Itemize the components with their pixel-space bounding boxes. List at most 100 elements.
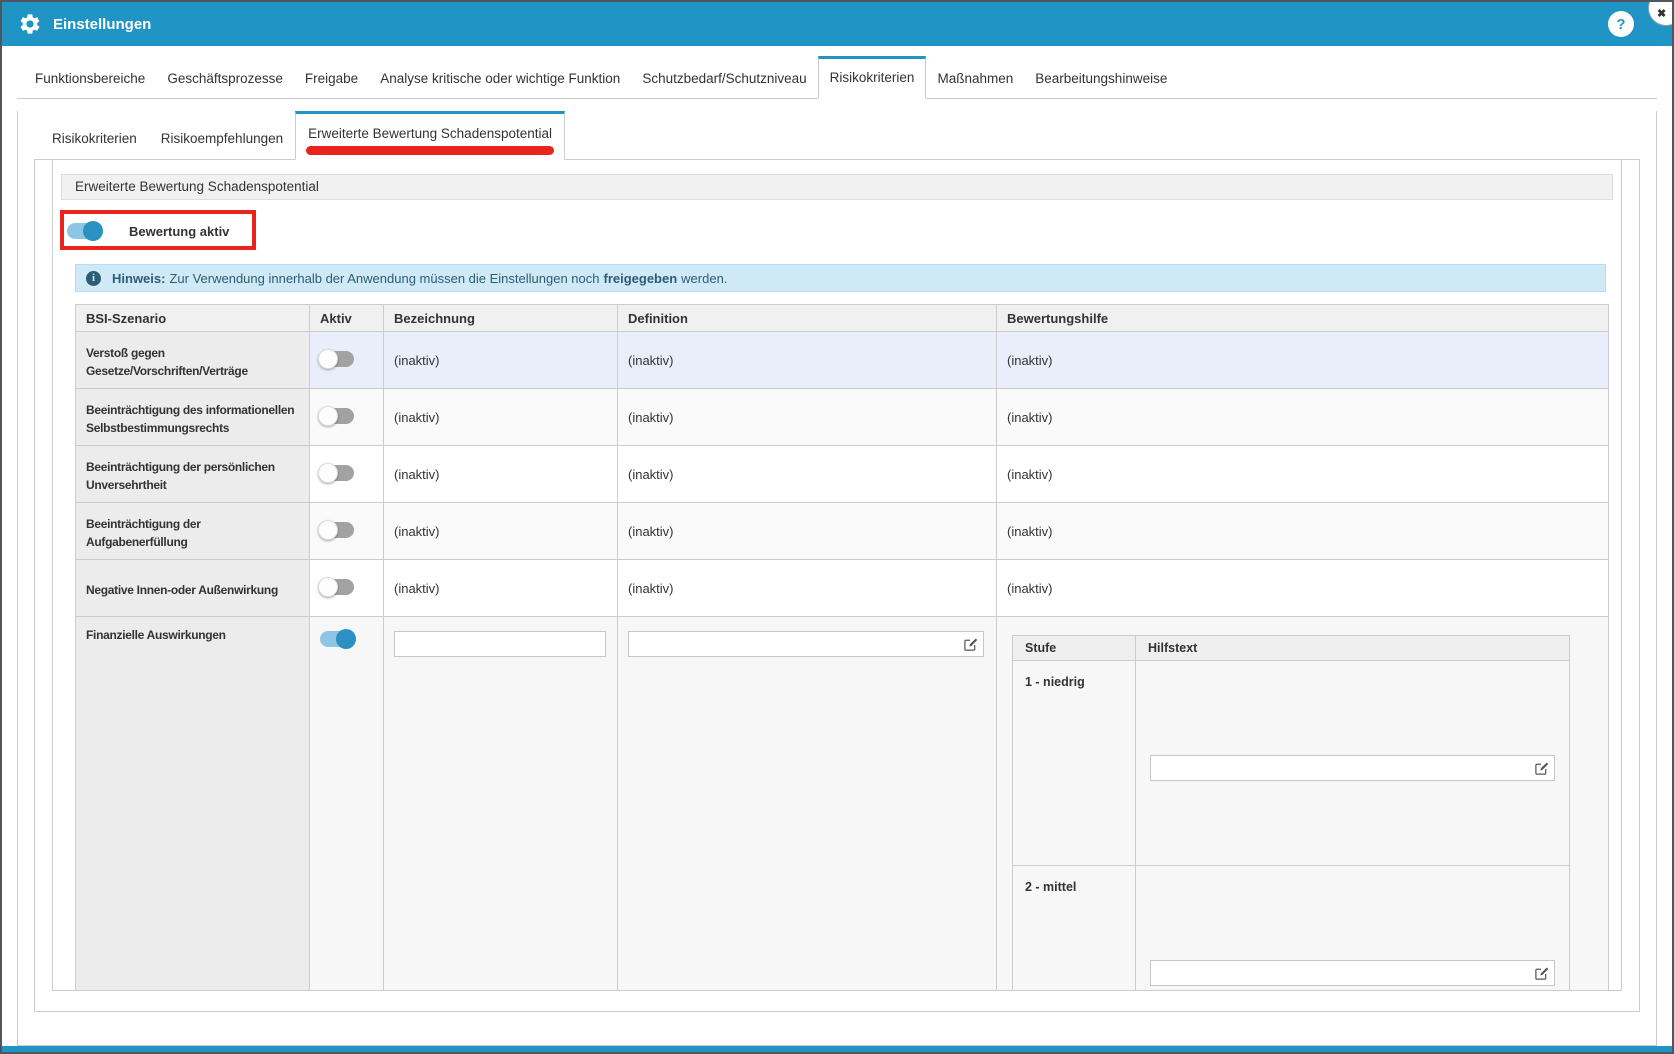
scenario-toggle-off[interactable]	[320, 579, 354, 595]
scenario-aktiv-cell	[310, 617, 384, 992]
bewertungshilfe-value: (inaktiv)	[997, 389, 1609, 446]
definition-value: (inaktiv)	[618, 332, 997, 389]
scenario-name: Beeinträchtigung der persönlichen Unvers…	[76, 446, 310, 503]
level-hilfstext-cell	[1136, 866, 1570, 992]
info-icon: i	[86, 271, 101, 286]
scenario-name: Finanzielle Auswirkungen	[76, 617, 310, 992]
bezeichnung-value: (inaktiv)	[384, 560, 618, 617]
bsi-szenario-table: BSI-Szenario Aktiv Bezeichnung Definitio…	[75, 304, 1609, 991]
table-row: Beeinträchtigung des informationellen Se…	[76, 389, 1609, 446]
tab-risikokriterien[interactable]: Risikokriterien	[818, 56, 927, 99]
scenario-toggle-on[interactable]	[320, 631, 354, 647]
scenario-aktiv-cell	[310, 560, 384, 617]
toggle-knob	[318, 349, 338, 369]
toggle-knob	[318, 463, 338, 483]
scenario-toggle-off[interactable]	[320, 522, 354, 538]
table-row-finanzielle-auswirkungen: Finanzielle Auswirkungen	[76, 617, 1609, 992]
col-header-stufe: Stufe	[1013, 636, 1136, 661]
scenario-toggle-off[interactable]	[320, 351, 354, 367]
table-row: Beeinträchtigung der Aufgabenerfüllung (…	[76, 503, 1609, 560]
sub-tab-content-panel: Erweiterte Bewertung Schadenspotential B…	[34, 160, 1640, 1012]
scenario-name: Beeinträchtigung der Aufgabenerfüllung	[76, 503, 310, 560]
scenario-toggle-off[interactable]	[320, 465, 354, 481]
tab-bearbeitungshinweise[interactable]: Bearbeitungshinweise	[1024, 58, 1178, 99]
level-row: 2 - mittel	[1013, 866, 1570, 992]
bewertungshilfe-value: (inaktiv)	[997, 446, 1609, 503]
bewertung-aktiv-label: Bewertung aktiv	[129, 224, 229, 239]
level-hilfstext-cell	[1136, 661, 1570, 866]
settings-window: Einstellungen ? ✖ Funktionsbereiche Gesc…	[0, 0, 1674, 1054]
tab-massnahmen[interactable]: Maßnahmen	[926, 58, 1024, 99]
toggle-knob	[83, 221, 103, 241]
tab-schutzbedarf[interactable]: Schutzbedarf/Schutzniveau	[631, 58, 817, 99]
bewertungshilfe-value: (inaktiv)	[997, 503, 1609, 560]
subtab-erweiterte-bewertung[interactable]: Erweiterte Bewertung Schadenspotential	[295, 111, 565, 160]
bewertungshilfe-value: (inaktiv)	[997, 560, 1609, 617]
window-bottom-accent	[2, 1046, 1672, 1052]
definition-input[interactable]	[628, 631, 984, 657]
subtab-risikokriterien[interactable]: Risikokriterien	[40, 117, 149, 160]
annotation-red-underline	[306, 146, 554, 155]
erweiterte-bewertung-content: Erweiterte Bewertung Schadenspotential B…	[52, 160, 1622, 991]
toggle-knob	[336, 629, 356, 649]
subtab-risikoempfehlungen[interactable]: Risikoempfehlungen	[149, 117, 295, 160]
table-header-row: Stufe Hilfstext	[1013, 636, 1570, 661]
notice-bold-word: freigegeben	[603, 271, 677, 286]
bewertungshilfe-cell: Stufe Hilfstext 1 - niedrig	[997, 617, 1609, 992]
scenario-toggle-off[interactable]	[320, 408, 354, 424]
bezeichnung-value: (inaktiv)	[384, 503, 618, 560]
hilfstext-input[interactable]	[1150, 960, 1555, 986]
col-header-bewertungshilfe: Bewertungshilfe	[997, 305, 1609, 332]
close-icon[interactable]: ✖	[1648, 0, 1674, 26]
stufe-hilfstext-table: Stufe Hilfstext 1 - niedrig	[1012, 635, 1570, 991]
edit-icon[interactable]	[963, 637, 978, 652]
notice-text: Zur Verwendung innerhalb der Anwendung m…	[169, 271, 599, 286]
tab-funktionsbereiche[interactable]: Funktionsbereiche	[24, 58, 156, 99]
level-row: 1 - niedrig	[1013, 661, 1570, 866]
app-header-bar: Einstellungen ? ✖	[2, 2, 1672, 46]
toggle-knob	[318, 577, 338, 597]
edit-icon[interactable]	[1534, 761, 1549, 776]
bewertung-aktiv-row: Bewertung aktiv	[67, 210, 1613, 252]
notice-suffix: werden.	[681, 271, 727, 286]
table-row: Beeinträchtigung der persönlichen Unvers…	[76, 446, 1609, 503]
hilfstext-input[interactable]	[1150, 755, 1555, 781]
notice-label: Hinweis:	[112, 271, 165, 286]
bezeichnung-input[interactable]	[394, 631, 606, 657]
col-header-bezeichnung: Bezeichnung	[384, 305, 618, 332]
definition-cell	[618, 617, 997, 992]
col-header-aktiv: Aktiv	[310, 305, 384, 332]
bewertung-aktiv-toggle[interactable]	[67, 223, 101, 239]
level-label: 2 - mittel	[1013, 866, 1136, 992]
definition-value: (inaktiv)	[618, 560, 997, 617]
tab-analyse-kritische-funktion[interactable]: Analyse kritische oder wichtige Funktion	[369, 58, 631, 99]
scenario-aktiv-cell	[310, 332, 384, 389]
definition-value: (inaktiv)	[618, 503, 997, 560]
gear-icon	[18, 12, 42, 36]
page-title: Einstellungen	[53, 16, 151, 33]
bezeichnung-value: (inaktiv)	[384, 332, 618, 389]
scenario-name: Negative Innen-oder Außenwirkung	[76, 560, 310, 617]
notice-bar: i Hinweis: Zur Verwendung innerhalb der …	[75, 264, 1606, 292]
bewertungshilfe-value: (inaktiv)	[997, 332, 1609, 389]
scenario-aktiv-cell	[310, 446, 384, 503]
section-header: Erweiterte Bewertung Schadenspotential	[61, 174, 1613, 200]
bezeichnung-cell	[384, 617, 618, 992]
definition-value: (inaktiv)	[618, 389, 997, 446]
scenario-aktiv-cell	[310, 389, 384, 446]
tab-freigabe[interactable]: Freigabe	[294, 58, 369, 99]
scenario-name: Verstoß gegen Gesetze/Vorschriften/Vertr…	[76, 332, 310, 389]
help-icon[interactable]: ?	[1608, 11, 1634, 37]
toggle-knob	[318, 520, 338, 540]
risikokriterien-panel: Risikokriterien Risikoempfehlungen Erwei…	[17, 111, 1657, 1046]
edit-icon[interactable]	[1534, 966, 1549, 981]
toggle-knob	[318, 406, 338, 426]
level-label: 1 - niedrig	[1013, 661, 1136, 866]
table-header-row: BSI-Szenario Aktiv Bezeichnung Definitio…	[76, 305, 1609, 332]
table-row: Negative Innen-oder Außenwirkung (inakti…	[76, 560, 1609, 617]
col-header-bsi-szenario: BSI-Szenario	[76, 305, 310, 332]
tab-geschaeftsprozesse[interactable]: Geschäftsprozesse	[156, 58, 294, 99]
definition-value: (inaktiv)	[618, 446, 997, 503]
bezeichnung-value: (inaktiv)	[384, 446, 618, 503]
table-row: Verstoß gegen Gesetze/Vorschriften/Vertr…	[76, 332, 1609, 389]
